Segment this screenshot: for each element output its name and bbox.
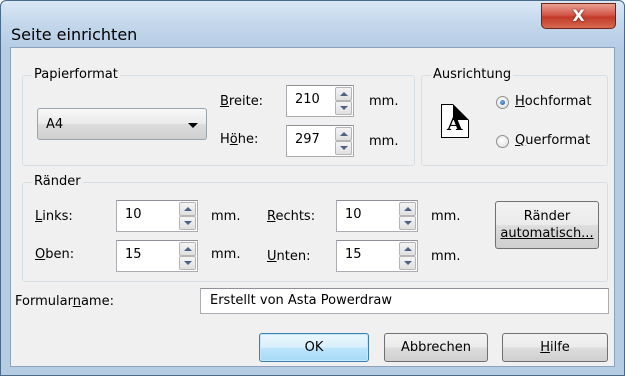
margin-left-value: 10 bbox=[125, 207, 142, 222]
spin-down-icon[interactable] bbox=[335, 141, 352, 155]
cancel-button[interactable]: Abbrechen bbox=[384, 333, 488, 362]
margin-top-value: 15 bbox=[125, 247, 142, 262]
height-label: Höhe: bbox=[220, 132, 259, 147]
margin-bottom-unit: mm. bbox=[431, 249, 461, 264]
margin-left-unit: mm. bbox=[211, 209, 241, 224]
title-bar[interactable]: Seite einrichten X bbox=[1, 1, 624, 47]
form-name-label: Formularname: bbox=[15, 294, 114, 309]
paper-format-value: A4 bbox=[46, 117, 64, 132]
spin-down-icon[interactable] bbox=[399, 256, 416, 270]
paper-format-group: Papierformat A4 Breite: 210 mm. Höhe: 29… bbox=[22, 67, 415, 166]
spin-down-icon[interactable] bbox=[399, 216, 416, 230]
auto-margins-line2: automatisch... bbox=[500, 226, 594, 241]
margin-top-spinner[interactable] bbox=[179, 242, 196, 270]
spin-down-icon[interactable] bbox=[179, 216, 196, 230]
margin-right-field[interactable]: 10 bbox=[336, 200, 418, 232]
width-unit: mm. bbox=[369, 94, 399, 109]
margin-bottom-value: 15 bbox=[345, 247, 362, 262]
spin-up-icon[interactable] bbox=[335, 87, 352, 101]
margin-bottom-spinner[interactable] bbox=[399, 242, 416, 270]
spin-up-icon[interactable] bbox=[179, 242, 196, 256]
margin-left-field[interactable]: 10 bbox=[116, 200, 198, 232]
ok-button[interactable]: OK bbox=[259, 333, 369, 362]
spin-up-icon[interactable] bbox=[399, 242, 416, 256]
width-value: 210 bbox=[295, 92, 320, 107]
margin-right-label: Rechts: bbox=[267, 209, 316, 224]
portrait-radio[interactable] bbox=[496, 96, 509, 109]
spin-down-icon[interactable] bbox=[335, 101, 352, 115]
height-unit: mm. bbox=[369, 134, 399, 149]
cancel-button-label: Abbrechen bbox=[400, 340, 472, 355]
dialog-client-area: Papierformat A4 Breite: 210 mm. Höhe: 29… bbox=[10, 47, 615, 367]
orientation-group-label: Ausrichtung bbox=[431, 67, 514, 82]
margin-right-spinner[interactable] bbox=[399, 202, 416, 230]
width-spinner[interactable] bbox=[335, 87, 352, 115]
help-button-label: Hilfe bbox=[540, 340, 570, 355]
height-spinner[interactable] bbox=[335, 127, 352, 155]
margin-top-unit: mm. bbox=[211, 247, 241, 262]
orientation-group: Ausrichtung A Hochformat Querformat bbox=[421, 67, 608, 166]
margin-left-label: Links: bbox=[35, 209, 73, 224]
close-icon: X bbox=[572, 6, 585, 25]
form-name-value: Erstellt von Asta Powerdraw bbox=[210, 293, 393, 308]
help-button[interactable]: Hilfe bbox=[502, 333, 608, 362]
portrait-page-icon: A bbox=[441, 104, 469, 138]
margin-left-spinner[interactable] bbox=[179, 202, 196, 230]
margin-bottom-field[interactable]: 15 bbox=[336, 240, 418, 272]
width-field[interactable]: 210 bbox=[286, 85, 354, 117]
paper-format-select[interactable]: A4 bbox=[37, 108, 207, 140]
margin-bottom-label: Unten: bbox=[267, 249, 311, 264]
width-label: Breite: bbox=[220, 94, 264, 109]
spin-up-icon[interactable] bbox=[179, 202, 196, 216]
ok-button-label: OK bbox=[304, 340, 324, 355]
margin-top-label: Oben: bbox=[35, 247, 75, 262]
spin-up-icon[interactable] bbox=[335, 127, 352, 141]
spin-down-icon[interactable] bbox=[179, 256, 196, 270]
paper-format-group-label: Papierformat bbox=[32, 67, 120, 82]
height-value: 297 bbox=[295, 132, 320, 147]
window-title: Seite einrichten bbox=[11, 25, 138, 44]
margin-right-unit: mm. bbox=[431, 209, 461, 224]
height-field[interactable]: 297 bbox=[286, 125, 354, 157]
form-name-field[interactable]: Erstellt von Asta Powerdraw bbox=[200, 288, 609, 314]
auto-margins-line1: Ränder bbox=[523, 209, 571, 224]
landscape-radio[interactable] bbox=[496, 135, 509, 148]
landscape-label[interactable]: Querformat bbox=[515, 133, 590, 148]
margins-group-label: Ränder bbox=[32, 174, 83, 189]
margin-top-field[interactable]: 15 bbox=[116, 240, 198, 272]
portrait-label[interactable]: Hochformat bbox=[515, 94, 592, 109]
page-setup-dialog: Seite einrichten X Papierformat A4 Breit… bbox=[0, 0, 625, 376]
margins-group: Ränder Links: 10 mm. Rechts: 10 mm. Oben… bbox=[22, 174, 608, 282]
margin-right-value: 10 bbox=[345, 207, 362, 222]
auto-margins-button[interactable]: Ränder automatisch... bbox=[495, 201, 599, 249]
chevron-down-icon bbox=[188, 123, 198, 128]
close-button[interactable]: X bbox=[541, 3, 616, 29]
spin-up-icon[interactable] bbox=[399, 202, 416, 216]
